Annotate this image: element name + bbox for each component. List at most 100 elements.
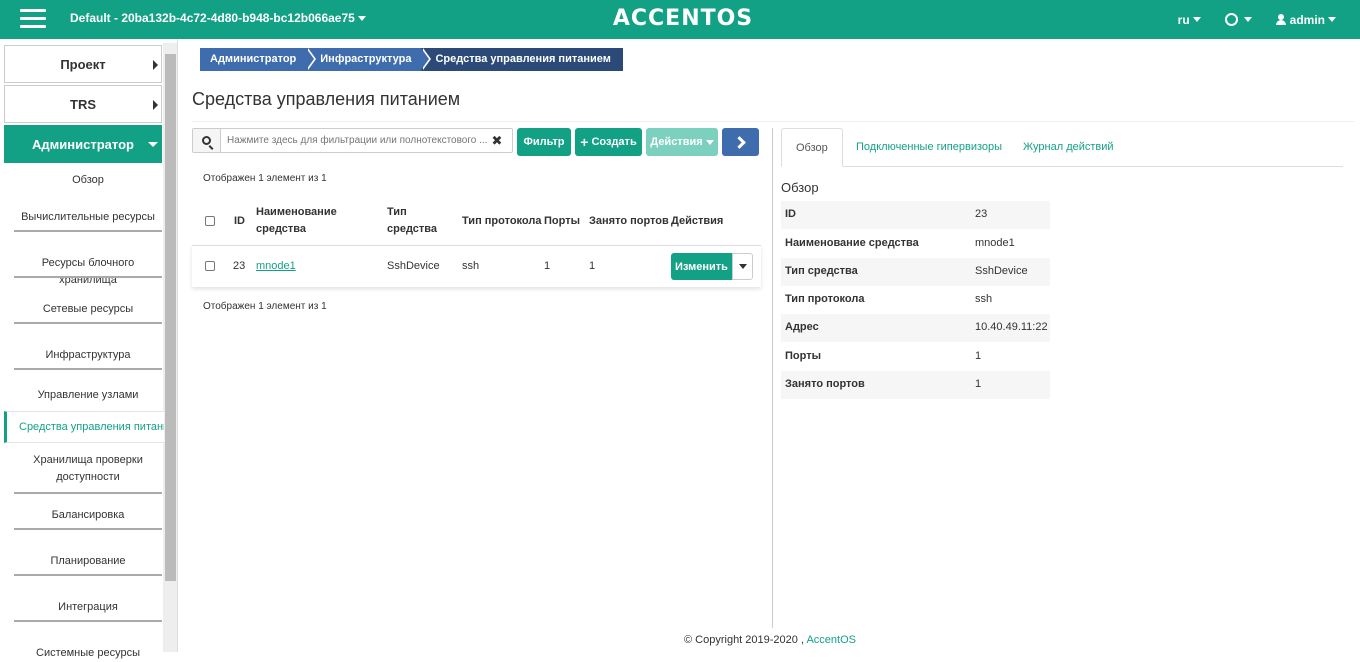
detail-value: ssh — [975, 293, 993, 305]
chevron-down-icon — [705, 139, 714, 145]
detail-label: Наименование средства — [785, 237, 919, 249]
gear-icon — [1224, 13, 1238, 26]
footer-brand-link[interactable]: AccentOS — [806, 634, 856, 646]
detail-value: mnode1 — [975, 237, 1015, 249]
sidebar-divider — [14, 276, 162, 278]
sidebar-item-block-storage[interactable]: Ресурсы блочного хранилища — [14, 255, 162, 289]
user-menu[interactable]: admin — [1275, 12, 1336, 27]
count-text-top: Отображен 1 элемент из 1 — [203, 173, 327, 184]
create-button[interactable]: + Создать — [575, 128, 642, 156]
sidebar-section-admin[interactable]: Администратор — [4, 125, 162, 163]
sidebar-item-planning[interactable]: Планирование — [14, 553, 162, 570]
row-actions-dropdown[interactable] — [732, 253, 753, 280]
breadcrumb-current: Средства управления питанием — [421, 48, 623, 71]
language-selector[interactable]: ru — [1178, 13, 1201, 27]
logo: ACCENTOS — [0, 6, 1360, 31]
count-text-bottom: Отображен 1 элемент из 1 — [203, 301, 327, 312]
detail-value: 1 — [975, 378, 982, 390]
detail-label: Тип средства — [785, 265, 858, 277]
column-header-actions: Действия — [671, 215, 724, 227]
actions-button-label: Действия — [650, 136, 703, 148]
sidebar-divider — [14, 368, 162, 370]
detail-value: 10.40.49.11:22 — [975, 321, 1048, 333]
column-header-id[interactable]: ID — [234, 213, 245, 230]
chevron-down-icon — [1328, 17, 1336, 22]
sidebar-section-trs[interactable]: TRS — [4, 85, 162, 123]
sidebar-item-power-management[interactable]: Средства управления питанием — [4, 411, 164, 443]
language-label: ru — [1177, 12, 1190, 27]
tab-hypervisors[interactable]: Подключенные гипервизоры — [856, 128, 1002, 167]
sidebar-item-network[interactable]: Сетевые ресурсы — [14, 301, 162, 318]
footer-copyright: © Copyright 2019-2020 , — [684, 634, 805, 646]
cell-type: SshDevice — [387, 260, 440, 272]
user-name: admin — [1289, 12, 1325, 27]
search-input[interactable] — [221, 130, 487, 151]
breadcrumb-admin[interactable]: Администратор — [200, 48, 317, 71]
sidebar-section-label: Администратор — [32, 136, 134, 152]
chevron-right-icon — [732, 135, 746, 149]
filter-button[interactable]: Фильтр — [517, 128, 571, 156]
edit-button[interactable]: Изменить — [671, 253, 732, 280]
detail-label: Тип протокола — [785, 293, 865, 305]
sidebar-section-label: TRS — [70, 96, 96, 112]
chevron-down-icon — [738, 264, 747, 269]
title-divider — [192, 121, 1354, 122]
sidebar-item-infrastructure[interactable]: Инфраструктура — [14, 347, 162, 364]
detail-title: Обзор — [781, 180, 819, 195]
sidebar-item-availability-storage[interactable]: Хранилища проверки доступности — [14, 452, 162, 486]
cell-name-link[interactable]: mnode1 — [256, 260, 296, 272]
tab-action-log[interactable]: Журнал действий — [1023, 128, 1114, 167]
panel-divider — [772, 128, 773, 628]
close-icon[interactable]: ✖ — [487, 133, 507, 149]
sidebar-item-system-resources[interactable]: Системные ресурсы — [14, 645, 162, 662]
detail-row: Занято портов 1 — [781, 371, 1050, 399]
column-header-type[interactable]: Тип средства — [387, 204, 447, 238]
chevron-down-icon — [148, 142, 158, 147]
column-header-ports[interactable]: Порты — [544, 213, 580, 230]
cell-busy-ports: 1 — [589, 260, 596, 272]
table-header: ID Наименование средства Тип средства Ти… — [192, 199, 761, 243]
chevron-right-icon — [153, 60, 158, 70]
sidebar-item-overview[interactable]: Обзор — [14, 172, 162, 189]
detail-label: Адрес — [785, 321, 819, 333]
sidebar-item-compute[interactable]: Вычислительные ресурсы — [14, 209, 162, 226]
sidebar-divider — [14, 492, 162, 494]
detail-row: Адрес 10.40.49.11:22 — [781, 314, 1050, 342]
detail-label: Занято портов — [785, 378, 865, 390]
sidebar-item-balancing[interactable]: Балансировка — [14, 507, 162, 524]
sidebar-divider — [14, 620, 162, 622]
sidebar-item-integration[interactable]: Интеграция — [14, 599, 162, 616]
column-header-busy-ports[interactable]: Занято портов — [589, 213, 669, 230]
column-header-name[interactable]: Наименование средства — [256, 204, 356, 238]
sidebar-divider — [14, 574, 162, 576]
detail-row: ID 23 — [781, 201, 1050, 229]
detail-row: Тип протокола ssh — [781, 286, 1050, 314]
sidebar-scrollbar-thumb[interactable] — [165, 54, 176, 581]
sidebar-section-project[interactable]: Проект — [4, 45, 162, 83]
page-title: Средства управления питанием — [192, 89, 461, 109]
plus-icon: + — [580, 134, 589, 150]
detail-row: Наименование средства mnode1 — [781, 230, 1050, 258]
breadcrumb-infrastructure[interactable]: Инфраструктура — [306, 48, 432, 71]
detail-row: Порты 1 — [781, 343, 1050, 371]
row-checkbox[interactable] — [205, 261, 215, 271]
column-header-protocol[interactable]: Тип протокола — [462, 213, 541, 230]
top-bar: Default - 20ba132b-4c72-4d80-b948-bc12b0… — [0, 0, 1360, 39]
detail-row: Тип средства SshDevice — [781, 258, 1050, 286]
settings-menu[interactable] — [1224, 13, 1252, 26]
sidebar-item-node-management[interactable]: Управление узлами — [14, 387, 162, 404]
search-icon[interactable] — [193, 129, 221, 152]
chevron-right-icon — [153, 100, 158, 110]
tab-overview[interactable]: Обзор — [781, 128, 843, 167]
select-all-checkbox[interactable] — [205, 216, 215, 226]
chevron-down-icon — [1192, 17, 1201, 22]
breadcrumb: Администратор Инфраструктура Средства уп… — [200, 48, 623, 71]
actions-button[interactable]: Действия — [646, 128, 718, 156]
next-button[interactable] — [722, 128, 759, 156]
detail-value: SshDevice — [975, 265, 1028, 277]
create-button-label: Создать — [591, 136, 637, 148]
sidebar-item-label: Средства управления питанием — [19, 421, 164, 433]
sidebar-divider — [14, 322, 162, 324]
cell-ports: 1 — [544, 260, 551, 272]
chevron-down-icon — [1243, 17, 1252, 22]
